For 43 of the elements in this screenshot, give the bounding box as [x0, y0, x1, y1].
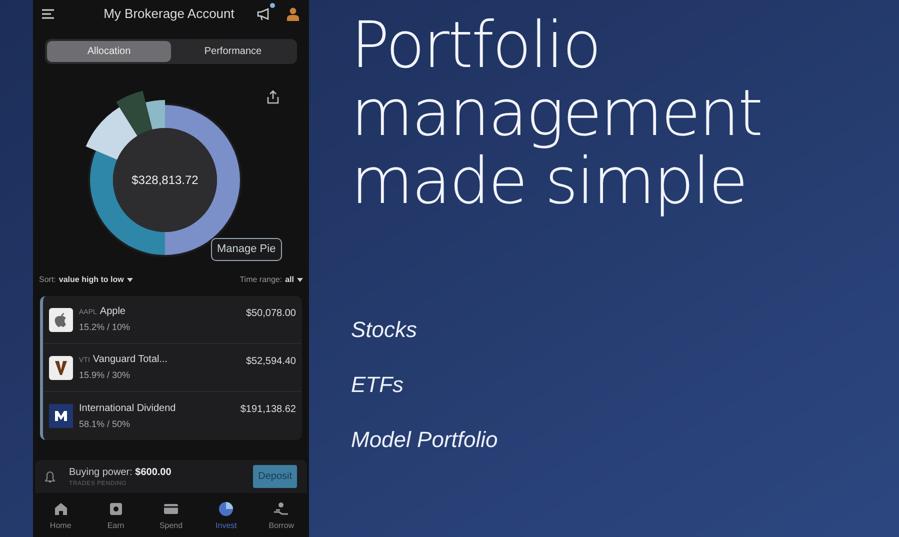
holding-value: $52,594.40	[246, 355, 296, 369]
allocation-percent: 15.9% / 30%	[79, 369, 132, 382]
invest-icon	[218, 501, 234, 517]
home-icon	[52, 501, 69, 517]
share-icon[interactable]	[267, 90, 279, 104]
feature-item: ETFs	[351, 371, 405, 399]
time-range-dropdown[interactable]: Time range: all	[240, 274, 303, 286]
menu-icon[interactable]	[42, 9, 54, 19]
manage-pie-button[interactable]: Manage Pie	[211, 238, 282, 261]
holding-name: Vanguard Total...	[92, 353, 168, 368]
holding-name: Apple	[100, 305, 126, 320]
tab[interactable]: Allocation	[47, 41, 171, 62]
allocation-percent: 58.1% / 50%	[79, 418, 132, 431]
earn-icon	[108, 501, 124, 517]
headline-line: management	[351, 80, 763, 148]
headline-line: Portfolio	[351, 12, 601, 80]
feature-item: Stocks	[351, 316, 418, 344]
nav-tab[interactable]: Invest	[198, 501, 254, 532]
allocation-percent: 15.2% / 10%	[79, 321, 132, 334]
headline-line: made simple	[351, 148, 747, 216]
total-value: $328,813.72	[130, 172, 200, 189]
buying-power-text: Buying power: $600.00	[69, 466, 172, 480]
v-logo-icon	[49, 356, 73, 380]
bell-icon	[45, 470, 55, 482]
nav-tab[interactable]: Home	[33, 501, 88, 532]
feature-item: Model Portfolio	[351, 426, 499, 454]
nav-tab[interactable]: Spend	[143, 501, 199, 532]
header-title: My Brokerage Account	[102, 5, 236, 24]
holding-value: $191,138.62	[240, 403, 296, 417]
caret-icon	[126, 278, 133, 282]
nav-tab[interactable]: Borrow	[254, 501, 310, 532]
holding-name: International Dividend	[79, 402, 176, 416]
nav-tab[interactable]: Earn	[88, 501, 144, 532]
m-logo-icon	[49, 404, 73, 428]
person-icon[interactable]	[286, 7, 300, 21]
holding-row[interactable]: International Dividend 58.1% / 50% $191,138.62	[43, 392, 302, 440]
sort-dropdown[interactable]: Sort: value high to low	[39, 274, 133, 286]
tab[interactable]: Performance	[171, 41, 295, 62]
caret-icon	[297, 278, 303, 282]
spend-icon	[163, 501, 179, 517]
borrow-icon	[273, 501, 290, 517]
apple-logo-icon	[49, 308, 73, 332]
holding-value: $50,078.00	[246, 307, 296, 321]
